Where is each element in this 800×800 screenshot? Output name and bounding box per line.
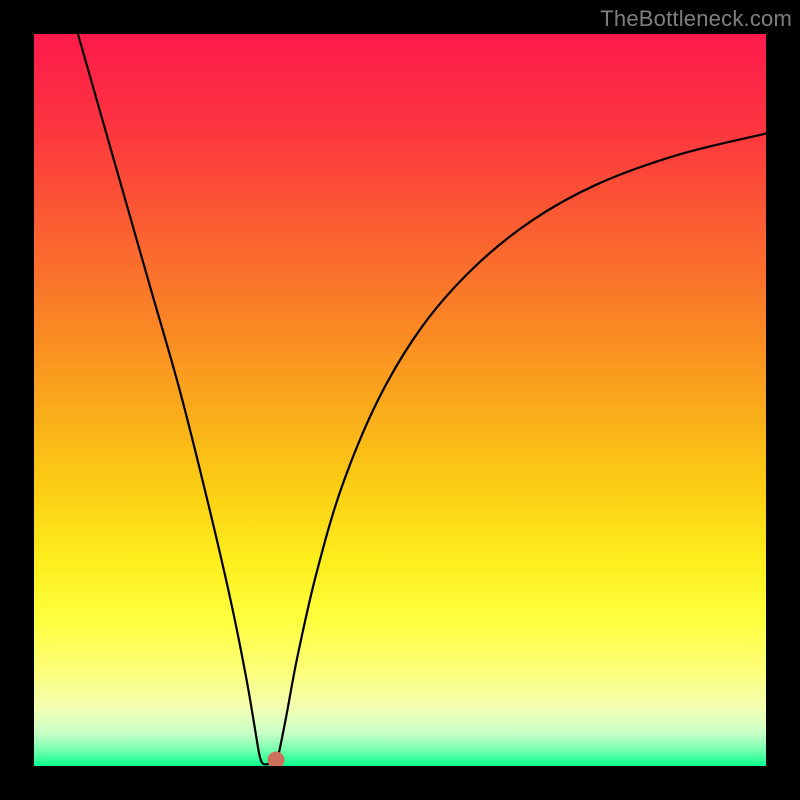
bottleneck-curve [34, 34, 766, 766]
optimal-point-marker [267, 752, 284, 766]
watermark-text: TheBottleneck.com [600, 6, 792, 32]
plot-frame [34, 34, 766, 766]
